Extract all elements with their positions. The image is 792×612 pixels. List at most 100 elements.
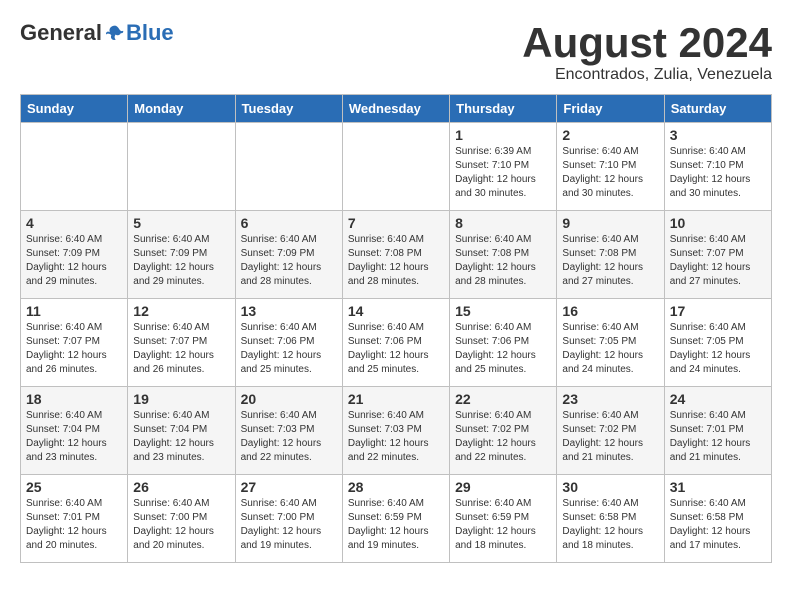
page-header: General Blue August 2024 Encontrados, Zu… (20, 20, 772, 84)
day-info: Sunrise: 6:40 AM Sunset: 7:06 PM Dayligh… (455, 321, 551, 377)
weekday-header-sunday: Sunday (21, 95, 128, 123)
calendar-cell: 24 Sunrise: 6:40 AM Sunset: 7:01 PM Dayli… (664, 387, 771, 475)
day-info: Sunrise: 6:40 AM Sunset: 7:08 PM Dayligh… (348, 233, 444, 289)
day-info: Sunrise: 6:40 AM Sunset: 7:06 PM Dayligh… (348, 321, 444, 377)
calendar-cell: 19 Sunrise: 6:40 AM Sunset: 7:04 PM Dayli… (128, 387, 235, 475)
day-number: 12 (133, 303, 229, 319)
month-year-title: August 2024 (522, 20, 772, 66)
day-info: Sunrise: 6:40 AM Sunset: 7:09 PM Dayligh… (133, 233, 229, 289)
day-number: 19 (133, 391, 229, 407)
weekday-header-monday: Monday (128, 95, 235, 123)
weekday-header-friday: Friday (557, 95, 664, 123)
calendar-cell: 9 Sunrise: 6:40 AM Sunset: 7:08 PM Daylig… (557, 211, 664, 299)
calendar-cell: 7 Sunrise: 6:40 AM Sunset: 7:08 PM Daylig… (342, 211, 449, 299)
day-number: 17 (670, 303, 766, 319)
day-number: 8 (455, 215, 551, 231)
day-info: Sunrise: 6:40 AM Sunset: 7:05 PM Dayligh… (670, 321, 766, 377)
day-info: Sunrise: 6:40 AM Sunset: 7:00 PM Dayligh… (241, 497, 337, 553)
day-number: 20 (241, 391, 337, 407)
day-info: Sunrise: 6:40 AM Sunset: 7:00 PM Dayligh… (133, 497, 229, 553)
calendar-week-row: 11Sunrise: 6:40 AM Sunset: 7:07 PM Dayli… (21, 299, 772, 387)
calendar-header: SundayMondayTuesdayWednesdayThursdayFrid… (21, 95, 772, 123)
calendar-week-row: 25 Sunrise: 6:40 AM Sunset: 7:01 PM Dayli… (21, 475, 772, 563)
calendar-cell: 13Sunrise: 6:40 AM Sunset: 7:06 PM Dayli… (235, 299, 342, 387)
calendar-cell: 25 Sunrise: 6:40 AM Sunset: 7:01 PM Dayli… (21, 475, 128, 563)
weekday-header-thursday: Thursday (450, 95, 557, 123)
calendar-cell: 2 Sunrise: 6:40 AM Sunset: 7:10 PM Daylig… (557, 123, 664, 211)
weekday-header-tuesday: Tuesday (235, 95, 342, 123)
calendar-cell: 15 Sunrise: 6:40 AM Sunset: 7:06 PM Dayli… (450, 299, 557, 387)
day-number: 9 (562, 215, 658, 231)
calendar-cell: 1Sunrise: 6:39 AM Sunset: 7:10 PM Daylig… (450, 123, 557, 211)
day-number: 13 (241, 303, 337, 319)
weekday-header-saturday: Saturday (664, 95, 771, 123)
calendar-cell: 31Sunrise: 6:40 AM Sunset: 6:58 PM Dayli… (664, 475, 771, 563)
calendar-cell: 5Sunrise: 6:40 AM Sunset: 7:09 PM Daylig… (128, 211, 235, 299)
day-number: 10 (670, 215, 766, 231)
calendar-cell: 22Sunrise: 6:40 AM Sunset: 7:02 PM Dayli… (450, 387, 557, 475)
day-number: 23 (562, 391, 658, 407)
calendar-cell: 6 Sunrise: 6:40 AM Sunset: 7:09 PM Daylig… (235, 211, 342, 299)
calendar-cell: 17 Sunrise: 6:40 AM Sunset: 7:05 PM Dayli… (664, 299, 771, 387)
calendar-cell: 29Sunrise: 6:40 AM Sunset: 6:59 PM Dayli… (450, 475, 557, 563)
day-number: 22 (455, 391, 551, 407)
logo: General Blue (20, 20, 174, 46)
day-number: 30 (562, 479, 658, 495)
calendar-cell (128, 123, 235, 211)
day-info: Sunrise: 6:40 AM Sunset: 7:09 PM Dayligh… (26, 233, 122, 289)
calendar-week-row: 1Sunrise: 6:39 AM Sunset: 7:10 PM Daylig… (21, 123, 772, 211)
day-number: 16 (562, 303, 658, 319)
calendar-cell: 10Sunrise: 6:40 AM Sunset: 7:07 PM Dayli… (664, 211, 771, 299)
calendar-cell: 27 Sunrise: 6:40 AM Sunset: 7:00 PM Dayli… (235, 475, 342, 563)
day-number: 31 (670, 479, 766, 495)
day-number: 21 (348, 391, 444, 407)
calendar-cell (342, 123, 449, 211)
day-info: Sunrise: 6:40 AM Sunset: 7:03 PM Dayligh… (348, 409, 444, 465)
day-number: 6 (241, 215, 337, 231)
day-info: Sunrise: 6:40 AM Sunset: 7:10 PM Dayligh… (562, 145, 658, 201)
day-number: 25 (26, 479, 122, 495)
day-number: 1 (455, 127, 551, 143)
logo-general: General (20, 20, 102, 46)
day-number: 24 (670, 391, 766, 407)
calendar-table: SundayMondayTuesdayWednesdayThursdayFrid… (20, 94, 772, 563)
calendar-cell: 30 Sunrise: 6:40 AM Sunset: 6:58 PM Dayli… (557, 475, 664, 563)
day-info: Sunrise: 6:40 AM Sunset: 7:07 PM Dayligh… (133, 321, 229, 377)
day-info: Sunrise: 6:40 AM Sunset: 7:01 PM Dayligh… (26, 497, 122, 553)
day-info: Sunrise: 6:40 AM Sunset: 7:04 PM Dayligh… (133, 409, 229, 465)
location-subtitle: Encontrados, Zulia, Venezuela (522, 66, 772, 84)
weekday-header-row: SundayMondayTuesdayWednesdayThursdayFrid… (21, 95, 772, 123)
day-info: Sunrise: 6:40 AM Sunset: 7:01 PM Dayligh… (670, 409, 766, 465)
calendar-cell: 21 Sunrise: 6:40 AM Sunset: 7:03 PM Dayli… (342, 387, 449, 475)
calendar-cell: 3Sunrise: 6:40 AM Sunset: 7:10 PM Daylig… (664, 123, 771, 211)
day-info: Sunrise: 6:40 AM Sunset: 7:04 PM Dayligh… (26, 409, 122, 465)
day-number: 27 (241, 479, 337, 495)
day-info: Sunrise: 6:40 AM Sunset: 7:08 PM Dayligh… (562, 233, 658, 289)
day-number: 29 (455, 479, 551, 495)
day-info: Sunrise: 6:40 AM Sunset: 7:09 PM Dayligh… (241, 233, 337, 289)
logo-blue: Blue (126, 20, 174, 46)
calendar-cell: 28Sunrise: 6:40 AM Sunset: 6:59 PM Dayli… (342, 475, 449, 563)
day-info: Sunrise: 6:40 AM Sunset: 7:05 PM Dayligh… (562, 321, 658, 377)
day-number: 15 (455, 303, 551, 319)
day-info: Sunrise: 6:40 AM Sunset: 6:59 PM Dayligh… (348, 497, 444, 553)
day-number: 26 (133, 479, 229, 495)
day-number: 14 (348, 303, 444, 319)
title-block: August 2024 Encontrados, Zulia, Venezuel… (522, 20, 772, 84)
calendar-cell: 14 Sunrise: 6:40 AM Sunset: 7:06 PM Dayli… (342, 299, 449, 387)
day-info: Sunrise: 6:40 AM Sunset: 6:58 PM Dayligh… (562, 497, 658, 553)
logo-bird-icon (104, 22, 126, 44)
day-number: 7 (348, 215, 444, 231)
day-number: 4 (26, 215, 122, 231)
day-info: Sunrise: 6:40 AM Sunset: 7:08 PM Dayligh… (455, 233, 551, 289)
calendar-cell: 11Sunrise: 6:40 AM Sunset: 7:07 PM Dayli… (21, 299, 128, 387)
day-number: 2 (562, 127, 658, 143)
weekday-header-wednesday: Wednesday (342, 95, 449, 123)
calendar-cell: 18 Sunrise: 6:40 AM Sunset: 7:04 PM Dayli… (21, 387, 128, 475)
day-info: Sunrise: 6:40 AM Sunset: 7:07 PM Dayligh… (26, 321, 122, 377)
calendar-cell: 12 Sunrise: 6:40 AM Sunset: 7:07 PM Dayli… (128, 299, 235, 387)
calendar-cell (235, 123, 342, 211)
calendar-cell: 26 Sunrise: 6:40 AM Sunset: 7:00 PM Dayli… (128, 475, 235, 563)
day-number: 18 (26, 391, 122, 407)
day-info: Sunrise: 6:40 AM Sunset: 7:02 PM Dayligh… (562, 409, 658, 465)
